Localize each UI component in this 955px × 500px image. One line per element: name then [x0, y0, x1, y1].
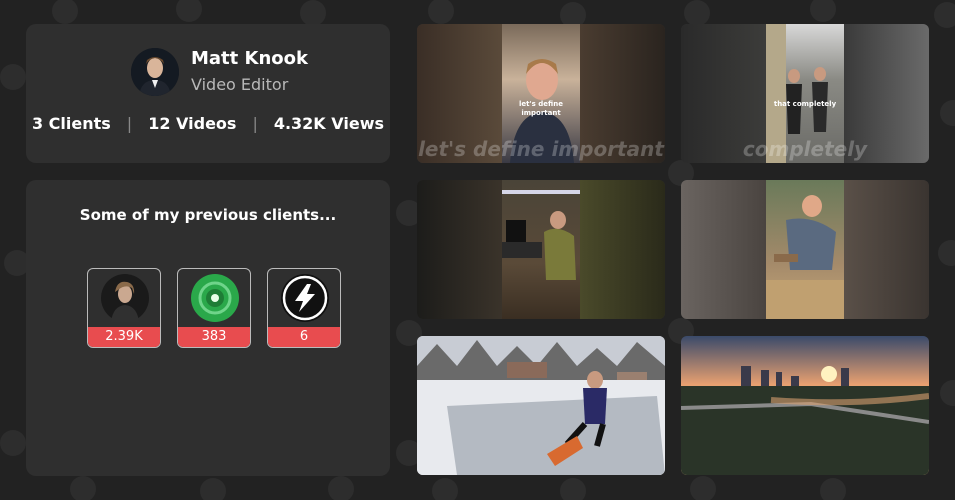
client-tile[interactable]: 2.39K: [87, 268, 161, 348]
clients-card: Some of my previous clients... 2.39K 383…: [26, 180, 390, 476]
clients-stat: 3 Clients: [31, 114, 111, 133]
green-leaf-logo-icon: [191, 274, 239, 322]
profile-avatar[interactable]: [131, 48, 179, 96]
stat-separator: |: [126, 114, 133, 133]
video-thumbnail[interactable]: that completely completely: [681, 24, 929, 163]
profile-card: Matt Knook Video Editor 3 Clients | 12 V…: [26, 24, 390, 163]
video-overlay-text: let's define important: [418, 137, 664, 161]
client-count: 383: [178, 327, 250, 347]
video-caption: that completely: [773, 100, 837, 108]
client-list: 2.39K 383 6: [87, 268, 341, 348]
video-thumbnail[interactable]: [681, 180, 929, 319]
video-thumbnail[interactable]: [417, 336, 665, 475]
client-tile[interactable]: 6: [267, 268, 341, 348]
video-thumbnail[interactable]: [681, 336, 929, 475]
video-overlay-text: completely: [742, 137, 868, 161]
client-count: 2.39K: [88, 327, 160, 347]
stat-separator: |: [252, 114, 258, 133]
clients-title: Some of my previous clients...: [79, 206, 337, 224]
video-thumbnail[interactable]: [417, 180, 665, 319]
profile-name: Matt Knook: [191, 48, 308, 69]
views-stat: 4.32K Views: [273, 114, 385, 133]
bolt-logo-icon: [281, 274, 329, 322]
video-caption: let's define important: [519, 100, 563, 117]
client-tile[interactable]: 383: [177, 268, 251, 348]
profile-role: Video Editor: [191, 75, 289, 94]
videos-stat: 12 Videos: [148, 114, 237, 133]
client-count: 6: [268, 327, 340, 347]
person-avatar-icon: [101, 274, 149, 322]
profile-stats: 3 Clients | 12 Videos | 4.32K Views: [26, 114, 390, 133]
video-thumbnail[interactable]: let's define important let's define impo…: [417, 24, 665, 163]
